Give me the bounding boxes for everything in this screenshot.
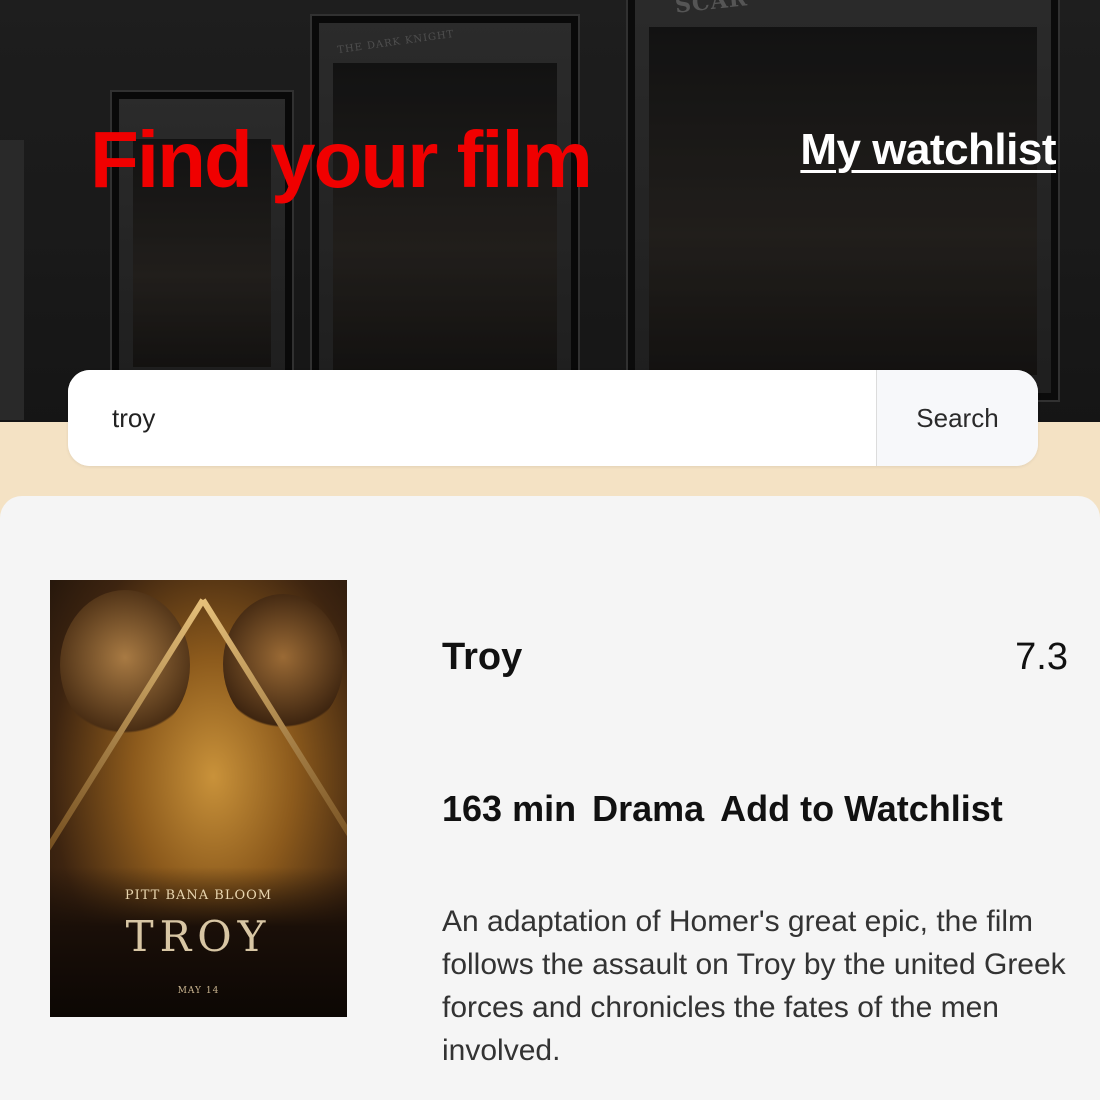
- hero-banner: THE DARK KNIGHT SCAR Find your film My w…: [0, 0, 1100, 422]
- add-to-watchlist-button[interactable]: Add to Watchlist: [720, 788, 1003, 830]
- hero-overlay: [0, 0, 1100, 422]
- film-poster: PITT BANA BLOOM TROY MAY 14: [50, 580, 347, 1017]
- film-meta-row: 163 min Drama Add to Watchlist: [442, 788, 1003, 830]
- film-rating: 7.3: [1015, 636, 1068, 678]
- poster-release-date: MAY 14: [177, 986, 220, 996]
- film-title: Troy: [442, 636, 523, 678]
- poster-title: TROY: [125, 912, 272, 961]
- film-plot: An adaptation of Homer's great epic, the…: [442, 905, 1066, 1067]
- page-title: Find your film: [90, 115, 593, 204]
- results-panel: PITT BANA BLOOM TROY MAY 14 Troy 7.3 163…: [0, 496, 1100, 1100]
- search-button[interactable]: Search: [876, 370, 1038, 466]
- poster-actors: PITT BANA BLOOM: [124, 888, 273, 903]
- search-input[interactable]: [68, 370, 876, 466]
- my-watchlist-link[interactable]: My watchlist: [800, 128, 1056, 172]
- film-genre: Drama: [592, 788, 705, 829]
- search-form: Search: [68, 370, 1038, 466]
- film-runtime: 163 min: [442, 788, 577, 829]
